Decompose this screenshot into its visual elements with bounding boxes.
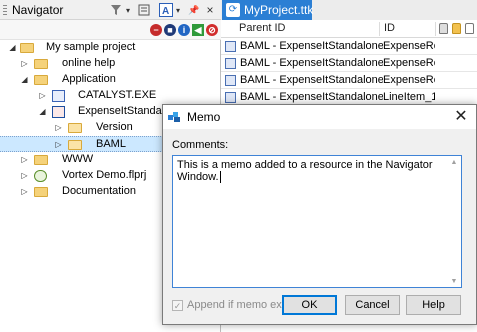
column-divider[interactable] bbox=[379, 22, 380, 36]
svg-text:A: A bbox=[162, 6, 169, 17]
flprj-file-icon bbox=[34, 170, 47, 182]
collapsed-arrow-icon[interactable]: ▷ bbox=[38, 91, 47, 100]
navigator-title-bar: Navigator ▾ A ▾ 📌 × bbox=[0, 0, 221, 20]
tree-item-label: ExpenseItStandal bbox=[78, 105, 165, 117]
expanded-arrow-icon[interactable]: ◢ bbox=[20, 75, 29, 84]
append-checkbox[interactable]: ✓ Append if memo exists bbox=[172, 298, 298, 312]
folder-icon bbox=[34, 187, 48, 197]
memo-scrollbar[interactable]: ▲ ▼ bbox=[448, 157, 460, 287]
expanded-arrow-icon[interactable]: ◢ bbox=[38, 107, 47, 116]
folder-icon bbox=[34, 155, 48, 165]
tree-item-online-help[interactable]: ▷ online help bbox=[0, 56, 221, 72]
cell-id: ExpenseRepc bbox=[383, 57, 435, 69]
tab-myproject[interactable]: ⟳ MyProject.ttk bbox=[222, 0, 314, 20]
collapsed-arrow-icon[interactable]: ▷ bbox=[20, 171, 29, 180]
cancel-button[interactable]: Cancel bbox=[345, 295, 400, 315]
cell-parent-id: BAML - ExpenseItStandalone.g.re bbox=[240, 74, 383, 86]
navigator-toolbar: − ■ i ◀ ⊘ bbox=[0, 20, 221, 40]
dialog-title: Memo bbox=[187, 110, 221, 124]
collapsed-arrow-icon[interactable]: ▷ bbox=[20, 155, 29, 164]
cell-id: ExpenseRepc bbox=[383, 40, 435, 52]
lock-icon[interactable] bbox=[439, 23, 448, 34]
collapsed-arrow-icon[interactable]: ▷ bbox=[54, 123, 63, 132]
tree-item-label: Version bbox=[96, 121, 133, 133]
font-dropdown-icon[interactable]: ▾ bbox=[174, 2, 182, 18]
project-file-icon bbox=[52, 106, 65, 118]
filter-icon[interactable] bbox=[108, 2, 124, 18]
ok-button[interactable]: OK bbox=[282, 295, 337, 315]
navigator-title: Navigator bbox=[12, 3, 64, 17]
cancel-icon[interactable]: ⊘ bbox=[206, 24, 218, 36]
tab-label: MyProject.ttk bbox=[244, 3, 314, 17]
resource-icon bbox=[225, 92, 236, 103]
collapsed-arrow-icon[interactable]: ▷ bbox=[54, 140, 63, 149]
drag-grip-icon[interactable] bbox=[3, 5, 7, 15]
close-icon[interactable]: ✕ bbox=[452, 108, 470, 126]
tree-item-label: Documentation bbox=[62, 185, 136, 197]
column-divider[interactable] bbox=[435, 22, 436, 36]
resource-icon bbox=[225, 75, 236, 86]
folder-open-icon bbox=[68, 123, 82, 133]
column-header-id[interactable]: ID bbox=[384, 22, 395, 34]
memo-textarea[interactable]: This is a memo added to a resource in th… bbox=[172, 155, 462, 288]
help-button[interactable]: Help bbox=[406, 295, 461, 315]
cell-id: ExpenseRepc bbox=[383, 74, 435, 86]
tree-item-label: BAML bbox=[96, 138, 126, 150]
memo-icon bbox=[168, 112, 180, 122]
cell-parent-id: BAML - ExpenseItStandalone.g.re bbox=[240, 57, 383, 69]
folder-open-icon bbox=[68, 140, 82, 150]
cell-parent-id: BAML - ExpenseItStandalone.g.re bbox=[240, 91, 383, 103]
lock-open-icon[interactable] bbox=[452, 23, 461, 34]
resource-icon bbox=[225, 41, 236, 52]
info-icon[interactable]: i bbox=[178, 24, 190, 36]
application-file-icon bbox=[52, 90, 65, 102]
scroll-down-arrow-icon[interactable]: ▼ bbox=[448, 276, 460, 287]
folder-icon bbox=[20, 43, 34, 53]
tree-item-label: My sample project bbox=[46, 41, 136, 53]
memo-dialog: Memo ✕ Comments: This is a memo added to… bbox=[162, 104, 477, 325]
filter-dropdown-icon[interactable]: ▾ bbox=[124, 2, 132, 18]
close-icon[interactable]: × bbox=[204, 2, 216, 18]
back-arrow-icon[interactable]: ◀ bbox=[192, 24, 204, 36]
checkbox-check-icon[interactable]: ✓ bbox=[172, 299, 183, 311]
column-header-parent-id[interactable]: Parent ID bbox=[239, 22, 285, 34]
document-tab-bar: ⟳ MyProject.ttk bbox=[221, 0, 477, 20]
tree-item-application[interactable]: ◢ Application bbox=[0, 72, 221, 88]
table-row[interactable]: BAML - ExpenseItStandalone.g.re ExpenseR… bbox=[221, 55, 477, 72]
memo-text: This is a memo added to a resource in th… bbox=[177, 159, 433, 183]
tree-item-catalyst-exe[interactable]: ▷ CATALYST.EXE bbox=[0, 88, 221, 104]
tree-item-label: Application bbox=[62, 73, 116, 85]
text-cursor bbox=[219, 171, 221, 183]
table-row[interactable]: BAML - ExpenseItStandalone.g.re ExpenseR… bbox=[221, 72, 477, 89]
lock-outline-icon[interactable] bbox=[465, 23, 474, 34]
tree-item-label: WWW bbox=[62, 153, 94, 165]
tree-item-my-sample-project[interactable]: ◢ My sample project bbox=[0, 40, 221, 56]
comments-label: Comments: bbox=[172, 139, 229, 151]
table-row[interactable]: BAML - ExpenseItStandalone.g.re ExpenseR… bbox=[221, 38, 477, 55]
font-icon[interactable]: A bbox=[158, 2, 174, 18]
folder-icon bbox=[34, 75, 48, 85]
tree-item-label: Vortex Demo.flprj bbox=[62, 169, 147, 181]
column-header-row: Parent ID ID bbox=[221, 20, 477, 38]
dialog-title-bar[interactable]: Memo ✕ bbox=[163, 105, 476, 129]
block-icon[interactable]: ■ bbox=[164, 24, 176, 36]
folder-icon bbox=[34, 59, 48, 69]
tree-item-label: CATALYST.EXE bbox=[78, 89, 157, 101]
remove-icon[interactable]: − bbox=[150, 24, 162, 36]
collapsed-arrow-icon[interactable]: ▷ bbox=[20, 59, 29, 68]
expanded-arrow-icon[interactable]: ◢ bbox=[8, 43, 17, 52]
pin-icon[interactable]: 📌 bbox=[188, 2, 200, 18]
cell-parent-id: BAML - ExpenseItStandalone.g.re bbox=[240, 40, 383, 52]
collapsed-arrow-icon[interactable]: ▷ bbox=[20, 187, 29, 196]
cell-id: LineItem_1 bbox=[383, 91, 435, 103]
resource-icon bbox=[225, 58, 236, 69]
view-options-icon[interactable] bbox=[137, 2, 151, 18]
refresh-icon: ⟳ bbox=[226, 3, 240, 17]
scroll-up-arrow-icon[interactable]: ▲ bbox=[448, 157, 460, 169]
tree-item-label: online help bbox=[62, 57, 116, 69]
